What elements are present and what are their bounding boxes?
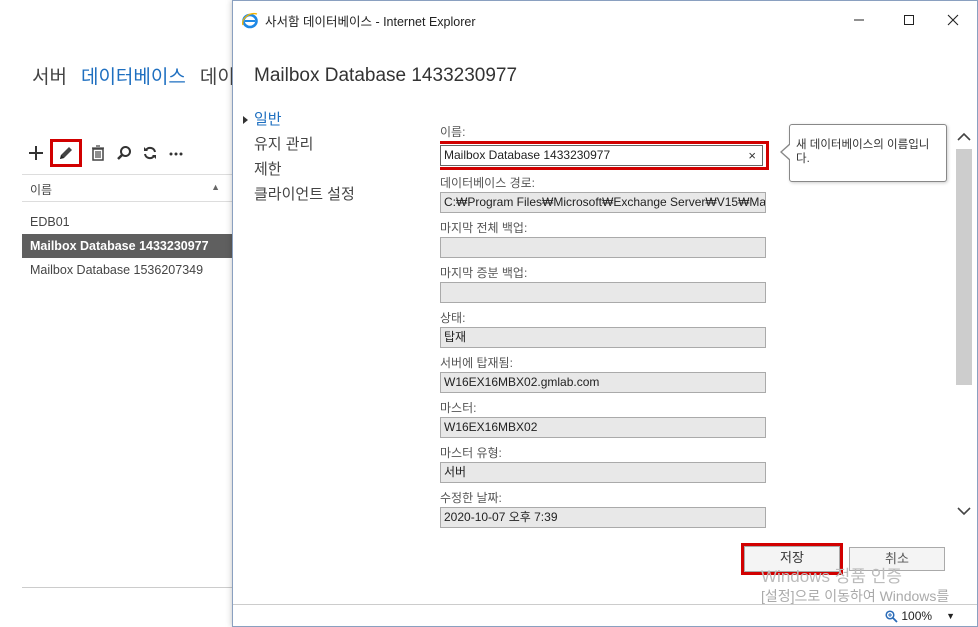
general-form: 이름: Mailbox Database 1433230977 × 데이터베이스… [440,121,770,536]
tab-databases[interactable]: 데이터베이스 [81,67,186,88]
last-full-backup-label: 마지막 전체 백업: [440,221,528,235]
zoom-level: 100% [901,609,933,623]
master-type-label: 마스터 유형: [440,446,502,460]
master-field: W16EX16MBX02 [440,417,766,438]
delete-button[interactable] [86,141,110,165]
activation-watermark-hint: [설정]으로 이동하여 Windows를 [761,588,950,604]
mounted-on-label: 서버에 탑재됨: [440,356,513,370]
tab-servers[interactable]: 서버 [32,67,67,88]
name-highlight: Mailbox Database 1433230977 × [440,141,769,170]
activation-watermark: Windows 정품 인증 [761,567,902,586]
close-icon [947,14,959,26]
minimize-icon [854,19,864,21]
minimize-button[interactable] [847,9,871,31]
zoom-icon [885,609,899,623]
list-item[interactable]: EDB01 [22,210,234,234]
nav-item-client-settings[interactable]: 클라이언트 설정 [241,182,355,207]
name-label: 이름: [440,125,466,139]
mounted-on-field: W16EX16MBX02.gmlab.com [440,372,766,393]
edit-button[interactable] [50,139,82,167]
nav-item-general[interactable]: 일반 [241,107,355,132]
chevron-up-icon [957,132,971,141]
divider [22,587,234,588]
search-icon [117,146,131,160]
more-icon [169,152,183,156]
scrollbar-thumb[interactable] [956,149,972,385]
more-button[interactable] [164,141,188,165]
last-full-backup-field [440,237,766,258]
pencil-icon [60,147,72,159]
list-item-selected[interactable]: Mailbox Database 1433230977 [22,234,234,258]
modified-field: 2020-10-07 오후 7:39 [440,507,766,528]
maximize-icon [904,15,914,25]
dialog-title: Mailbox Database 1433230977 [254,65,518,86]
tab-dag[interactable]: 데이 [200,67,235,88]
last-incremental-backup-label: 마지막 증분 백업: [440,266,528,280]
scroll-down-button[interactable] [953,503,975,521]
internet-explorer-icon [242,12,258,29]
status-bar: 100% ▼ [233,604,977,626]
db-path-field: C:₩Program Files₩Microsoft₩Exchange Serv… [440,192,766,213]
maximize-button[interactable] [897,9,921,31]
close-button[interactable] [941,9,965,31]
plus-icon [29,146,43,160]
sort-ascending-icon: ▲ [211,182,220,192]
name-input[interactable]: Mailbox Database 1433230977 × [440,145,763,166]
nav-item-limits[interactable]: 제한 [241,157,355,182]
trash-icon [92,145,104,161]
name-tooltip: 새 데이터베이스의 이름입니다. [780,124,947,182]
title-bar[interactable]: 사서함 데이터베이스 - Internet Explorer [233,1,977,39]
last-incremental-backup-field [440,282,766,303]
window-title: 사서함 데이터베이스 - Internet Explorer [265,14,476,29]
ie-dialog-window: 사서함 데이터베이스 - Internet Explorer Mailbox D… [232,0,978,627]
column-name-label: 이름 [30,183,53,197]
list-toolbar [24,139,190,167]
search-button[interactable] [112,141,136,165]
list-item[interactable]: Mailbox Database 1536207349 [22,258,234,282]
chevron-down-icon [957,507,971,516]
master-label: 마스터: [440,401,477,415]
name-value: Mailbox Database 1433230977 [444,148,611,162]
add-button[interactable] [24,141,48,165]
zoom-dropdown-icon[interactable]: ▼ [946,611,955,621]
zoom-control[interactable]: 100% ▼ [885,609,955,623]
scroll-up-button[interactable] [953,129,975,147]
top-nav-tabs: 서버 데이터베이스 데이 [32,62,249,89]
status-label: 상태: [440,311,466,325]
modified-label: 수정한 날짜: [440,491,502,505]
db-path-label: 데이터베이스 경로: [440,176,535,190]
database-list: EDB01 Mailbox Database 1433230977 Mailbo… [22,210,234,282]
list-column-header[interactable]: 이름 ▲ [22,174,234,202]
nav-item-maintenance[interactable]: 유지 관리 [241,132,355,157]
refresh-button[interactable] [138,141,162,165]
status-field: 탑재 [440,327,766,348]
master-type-field: 서버 [440,462,766,483]
refresh-icon [144,146,156,160]
clear-icon[interactable]: × [748,146,756,165]
dialog-nav: 일반 유지 관리 제한 클라이언트 설정 [241,107,355,207]
